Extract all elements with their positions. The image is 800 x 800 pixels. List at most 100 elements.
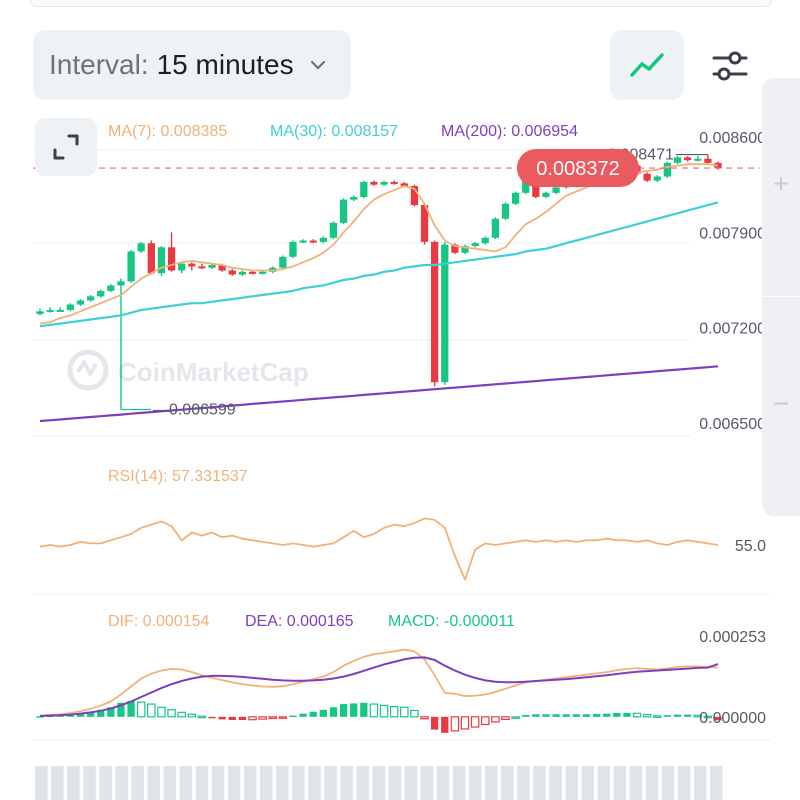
macd-bar	[136, 701, 146, 718]
macd-bar	[289, 715, 297, 718]
volume-bar	[388, 766, 402, 800]
candle	[704, 158, 712, 163]
candle	[117, 281, 125, 286]
macd-bar	[562, 714, 570, 717]
volume-bar	[581, 766, 594, 800]
macd-bar	[613, 712, 621, 717]
candle	[339, 199, 348, 223]
macd-bar	[400, 706, 409, 718]
macd-bar	[572, 714, 580, 717]
macd-bar	[673, 714, 682, 717]
macd-bar	[632, 712, 642, 718]
macd-bar	[470, 716, 480, 728]
candle	[673, 157, 682, 163]
candle	[552, 187, 560, 193]
volume-bar	[227, 766, 241, 800]
zoom-rail: + −	[762, 78, 800, 516]
candle	[289, 241, 297, 257]
expand-chart-button[interactable]	[35, 118, 97, 176]
volume-bar	[356, 766, 369, 800]
macd-bar	[147, 703, 156, 718]
candle	[238, 271, 247, 275]
candle	[66, 304, 75, 310]
candle	[208, 265, 216, 268]
volume-bar	[292, 766, 305, 800]
dea-legend: DEA: 0.000165	[245, 613, 354, 630]
watermark: CoinMarketCap	[67, 349, 309, 391]
macd-bar	[663, 715, 672, 717]
volume-bar	[163, 766, 177, 800]
candle	[248, 271, 257, 274]
candle	[380, 181, 388, 185]
volume-bar	[308, 766, 321, 800]
macd-bar	[157, 706, 166, 718]
macd-bar	[187, 713, 197, 718]
candle	[431, 241, 439, 383]
zoom-in-button[interactable]: +	[762, 168, 800, 200]
macd-bar	[552, 714, 560, 717]
candle	[97, 290, 105, 297]
candle	[653, 176, 661, 181]
macd-bar	[450, 716, 460, 732]
macd-bar	[389, 706, 399, 718]
candle	[46, 309, 54, 312]
macd-bar	[268, 716, 277, 720]
macd-bar	[582, 714, 591, 717]
volume-bar	[195, 766, 209, 800]
macd-bar	[522, 714, 530, 717]
candle	[188, 263, 196, 267]
ma200-legend: MA(200): 0.006954	[441, 123, 578, 140]
macd-tick-label: 0.000253	[699, 629, 766, 646]
volume-bar	[485, 766, 498, 800]
rsi-tick-label: 55.0	[735, 538, 766, 555]
volume-bar	[645, 766, 659, 800]
volume-bar	[420, 766, 434, 800]
macd-bar	[642, 713, 652, 718]
macd-bar	[228, 716, 236, 721]
volume-bar	[67, 766, 80, 800]
expand-icon	[53, 134, 79, 160]
ma30-legend: MA(30): 0.008157	[270, 123, 398, 140]
rsi-line	[39, 517, 719, 581]
macd-bar	[441, 716, 449, 733]
macd-bar	[208, 716, 216, 719]
candle	[441, 244, 449, 383]
macd-bar	[491, 716, 500, 723]
macd-bar	[420, 716, 429, 720]
rsi-legend: RSI(14): 57.331537	[108, 468, 248, 485]
volume-bar	[99, 766, 112, 800]
volume-bar	[179, 766, 193, 800]
candle	[542, 192, 550, 197]
volume-bar	[211, 766, 225, 800]
volume-bar	[501, 766, 514, 800]
macd-bar	[410, 709, 419, 718]
macd-bar	[460, 716, 470, 730]
candle	[228, 270, 236, 275]
y-tick-label: 0.007900	[699, 225, 766, 242]
candle	[198, 266, 206, 269]
volume-bar	[629, 766, 643, 800]
volume-bar	[693, 766, 707, 800]
macd-bar	[511, 716, 520, 719]
volume-bar	[565, 766, 578, 800]
volume-bar	[276, 766, 289, 800]
candle	[329, 222, 338, 238]
macd-bar	[339, 704, 348, 717]
macd-bar	[683, 714, 692, 717]
dif-legend: DIF: 0.000154	[108, 613, 210, 630]
macd-bar	[350, 703, 358, 717]
candle	[36, 311, 44, 315]
macd-bar	[623, 712, 631, 717]
candle	[663, 162, 672, 177]
candle	[491, 218, 500, 238]
zoom-out-button[interactable]: −	[762, 388, 800, 420]
candle	[350, 196, 358, 200]
candle	[309, 240, 317, 243]
candle	[481, 237, 489, 244]
macd-bar	[248, 716, 257, 721]
candle	[76, 300, 85, 305]
current-price-label: 0.008372	[536, 158, 619, 180]
y-tick-label: 0.006500	[699, 416, 766, 433]
volume-bar	[51, 766, 64, 800]
volume-bar	[340, 766, 353, 800]
